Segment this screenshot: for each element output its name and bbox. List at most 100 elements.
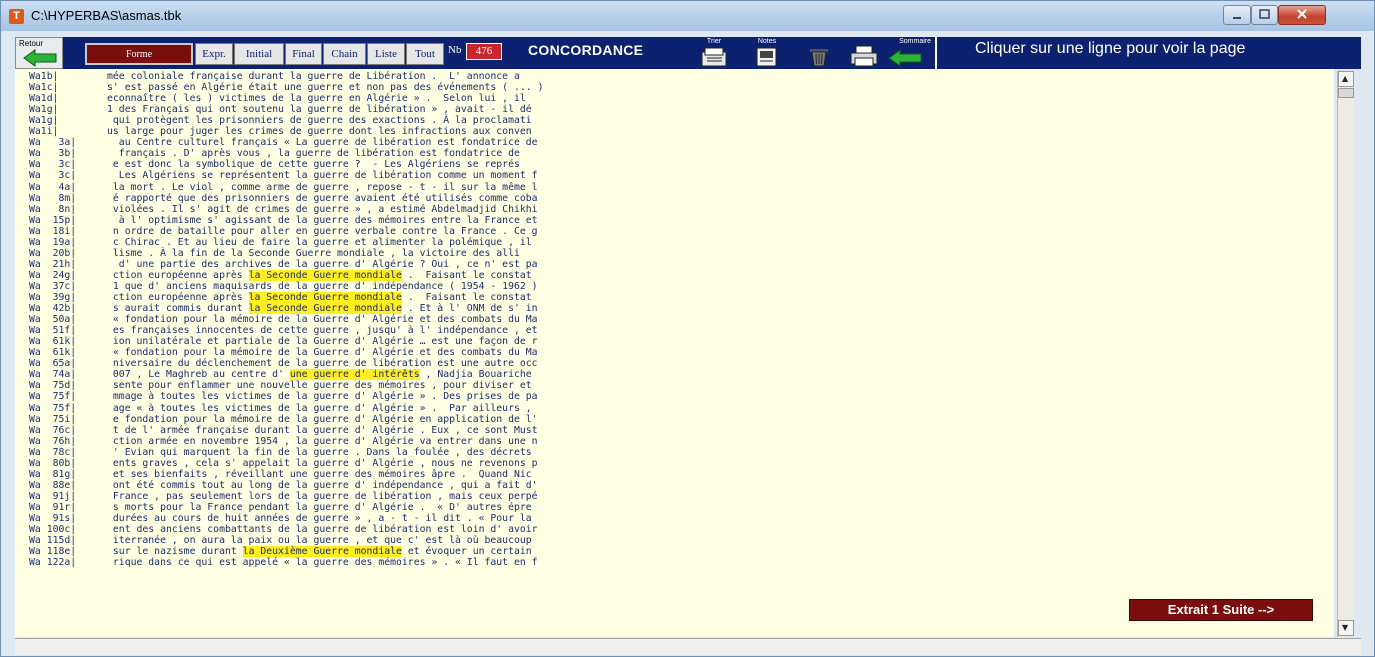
concordance-row[interactable]: Wa 3b| français . D' après vous , la gue… <box>15 148 1334 159</box>
close-button[interactable] <box>1278 5 1326 25</box>
concordance-row[interactable]: Wa 118e| sur le nazisme durant la Deuxiè… <box>15 546 1334 558</box>
concordance-row[interactable]: Wa 19a| c Chirac . Et au lieu de faire l… <box>15 237 1334 248</box>
scroll-down-button[interactable]: ▼ <box>1338 620 1354 636</box>
concordance-row[interactable]: Wa 81g| et ses bienfaits , réveillant un… <box>15 469 1334 480</box>
context-left: ont été commis tout au long de la guerre… <box>107 479 538 491</box>
concordance-row[interactable]: Wa 24g| ction européenne après la Second… <box>15 269 1334 281</box>
row-context: ont été commis tout au long de la guerre… <box>107 480 538 491</box>
concordance-row[interactable]: Wa 8n| violées . Il s' agit de crimes de… <box>15 204 1334 215</box>
concordance-row[interactable]: Wa 42b| s aurait commis durant la Second… <box>15 303 1334 315</box>
notes-button[interactable]: Notes <box>750 38 784 69</box>
row-reference: Wa 78c| <box>29 446 77 458</box>
print-button[interactable] <box>847 39 881 69</box>
initial-button[interactable]: Initial <box>234 43 284 65</box>
concordance-row[interactable]: Wa 91s| durées au cours de huit années d… <box>15 513 1334 524</box>
context-left: 1 des Français qui ont soutenu la guerre… <box>107 104 532 116</box>
concordance-row[interactable]: Wa 21h| d' une partie des archives de la… <box>15 259 1334 270</box>
row-reference: Wa 65a| <box>29 358 77 370</box>
context-left: é rapporté que des prisonniers de guerre… <box>107 192 538 204</box>
extrait-suite-button[interactable]: Extrait 1 Suite --> <box>1129 599 1313 621</box>
concordance-row[interactable]: Wa 75d| sente pour enflammer une nouvell… <box>15 380 1334 391</box>
concordance-row[interactable]: Wa 39g| ction européenne après la Second… <box>15 292 1334 303</box>
concordance-row[interactable]: Wa 76c| t de l' armée française durant l… <box>15 425 1334 436</box>
concordance-row[interactable]: Wa 37c| 1 que d' anciens maquisards de l… <box>15 281 1334 292</box>
concordance-row[interactable]: Wa 88e| ont été commis tout au long de l… <box>15 480 1334 491</box>
sommaire-button[interactable]: Sommaire <box>883 38 931 69</box>
concordance-row[interactable]: Wa 91r| s morts pour la France pendant l… <box>15 502 1334 513</box>
row-reference: Wa 4a| <box>29 181 77 193</box>
concordance-row[interactable]: Wa 3c| e est donc la symbolique de cette… <box>15 159 1334 170</box>
concordance-list: Wa1b| mée coloniale française durant la g… <box>15 69 1334 637</box>
vertical-scrollbar[interactable]: ▲ ▼ <box>1337 71 1354 637</box>
row-reference: Wa 3c| <box>29 170 77 182</box>
expr-button[interactable]: Expr. <box>195 43 233 65</box>
concordance-row[interactable]: Wa 91j| France , pas seulement lors de l… <box>15 491 1334 502</box>
row-context: violées . Il s' agit de crimes de guerre… <box>107 204 538 215</box>
concordance-row[interactable]: Wa1b| mée coloniale française durant la g… <box>15 71 1334 82</box>
concordance-row[interactable]: Wa 50a| « fondation pour la mémoire de l… <box>15 314 1334 325</box>
concordance-row[interactable]: Wa1g| qui protègent les prisonniers de g… <box>15 115 1334 126</box>
context-left: c Chirac . Et au lieu de faire la guerre… <box>107 236 532 248</box>
concordance-row[interactable]: Wa1c| s' est passé en Algérie était une g… <box>15 82 1334 93</box>
concordance-row[interactable]: Wa 51f| es françaises innocentes de cett… <box>15 325 1334 336</box>
concordance-row[interactable]: Wa 75f| age « à toutes les victimes de l… <box>15 403 1334 414</box>
retour-button[interactable]: Retour <box>15 37 63 69</box>
final-button[interactable]: Final <box>285 43 322 65</box>
row-reference: Wa 118e| <box>29 546 77 558</box>
context-left: e fondation pour la mémoire de la guerre… <box>107 413 538 425</box>
concordance-row[interactable]: Wa 3c| Les Algériens se représentent la … <box>15 170 1334 181</box>
concordance-row[interactable]: Wa 74a| 007 , Le Maghreb au centre d' un… <box>15 369 1334 381</box>
scroll-up-button[interactable]: ▲ <box>1338 71 1354 87</box>
row-context: ction armée en novembre 1954 , la guerre… <box>107 436 538 447</box>
context-left: « fondation pour la mémoire de la Guerre… <box>107 314 538 326</box>
context-left: e est donc la symbolique de cette guerre… <box>107 159 520 171</box>
maximize-button[interactable] <box>1251 5 1278 25</box>
row-context: France , pas seulement lors de la guerre… <box>107 491 538 502</box>
window-title: C:\HYPERBAS\asmas.tbk <box>31 8 182 23</box>
concordance-row[interactable]: Wa1i| us large pour juger les crimes de g… <box>15 126 1334 137</box>
context-left: mmage à toutes les victimes de la guerre… <box>107 391 538 403</box>
context-left: violées . Il s' agit de crimes de guerre… <box>107 203 538 215</box>
tout-button[interactable]: Tout <box>406 43 444 65</box>
concordance-row[interactable]: Wa 80b| ents graves , cela s' appelait l… <box>15 458 1334 469</box>
concordance-row[interactable]: Wa 20b| lisme . À la fin de la Seconde G… <box>15 248 1334 259</box>
concordance-row[interactable]: Wa 15p| à l' optimisme s' agissant de la… <box>15 215 1334 226</box>
row-reference: Wa 80b| <box>29 457 77 469</box>
concordance-row[interactable]: Wa 100c| ent des anciens combattants de … <box>15 524 1334 535</box>
row-context: es françaises innocentes de cette guerre… <box>107 325 538 336</box>
concordance-row[interactable]: Wa 122a| rique dans ce qui est appelé « … <box>15 557 1334 568</box>
row-reference: Wa 18i| <box>29 225 77 237</box>
row-context: mmage à toutes les victimes de la guerre… <box>107 391 538 402</box>
concordance-row[interactable]: Wa 78c| ' Evian qui marquent la fin de l… <box>15 447 1334 458</box>
concordance-row[interactable]: Wa 115d| iterranée , on aura la paix ou … <box>15 535 1334 546</box>
row-reference: Wa 21h| <box>29 258 77 270</box>
title-bar[interactable]: T C:\HYPERBAS\asmas.tbk <box>1 1 1374 31</box>
concordance-row[interactable]: Wa 61k| « fondation pour la mémoire de l… <box>15 347 1334 358</box>
concordance-row[interactable]: Wa 18i| n ordre de bataille pour aller e… <box>15 226 1334 237</box>
row-reference: Wa 100c| <box>29 524 77 536</box>
row-reference: Wa 39g| <box>29 292 77 303</box>
concordance-row[interactable]: Wa 4a| la mort . Le viol , comme arme de… <box>15 182 1334 193</box>
context-left: 1 que d' anciens maquisards de la guerre… <box>107 280 538 292</box>
forme-button[interactable]: Forme <box>85 43 193 65</box>
row-reference: Wa 75f| <box>29 391 77 403</box>
concordance-row[interactable]: Wa 3a| au Centre culturel français « La … <box>15 137 1334 148</box>
scroll-thumb[interactable] <box>1338 88 1354 98</box>
row-context: 007 , Le Maghreb au centre d' une guerre… <box>107 369 532 381</box>
instruction-text: Cliquer sur une ligne pour voir la page <box>975 40 1246 57</box>
context-left: age « à toutes les victimes de la guerre… <box>107 402 532 414</box>
concordance-row[interactable]: Wa 65a| niversaire du déclenchement de l… <box>15 358 1334 369</box>
concordance-row[interactable]: Wa 75i| e fondation pour la mémoire de l… <box>15 414 1334 425</box>
concordance-row[interactable]: Wa 61k| ion unilatérale et partiale de l… <box>15 336 1334 347</box>
down-arrow-icon: ▼ <box>1342 623 1349 632</box>
concordance-row[interactable]: Wa1g| 1 des Français qui ont soutenu la g… <box>15 104 1334 115</box>
concordance-row[interactable]: Wa 75f| mmage à toutes les victimes de l… <box>15 391 1334 402</box>
delete-button[interactable] <box>802 39 836 69</box>
concordance-row[interactable]: Wa 76h| ction armée en novembre 1954 , l… <box>15 436 1334 447</box>
concordance-row[interactable]: Wa 8m| é rapporté que des prisonniers de… <box>15 193 1334 204</box>
concordance-row[interactable]: Wa1d| econnaître ( les ) victimes de la g… <box>15 93 1334 104</box>
minimize-button[interactable] <box>1223 5 1251 25</box>
trier-button[interactable]: Trier <box>697 38 731 69</box>
liste-button[interactable]: Liste <box>367 43 405 65</box>
chain-button[interactable]: Chain <box>323 43 366 65</box>
